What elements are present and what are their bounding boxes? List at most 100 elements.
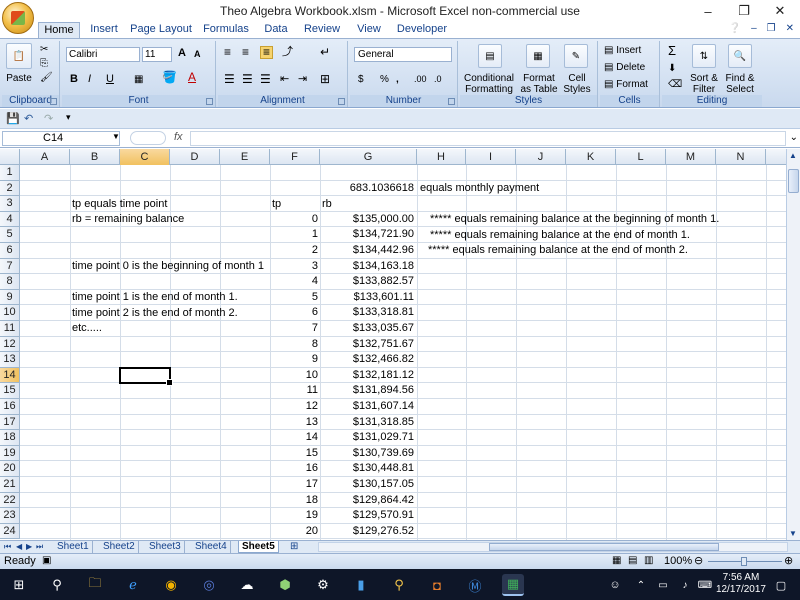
cell-f22[interactable]: 18 [270,493,318,508]
cell-f13[interactable]: 9 [270,352,318,367]
column-header-g[interactable]: G [320,149,417,165]
first-sheet-icon[interactable]: ⏮ [4,541,11,553]
select-all-corner[interactable] [0,149,20,165]
app-icon-1[interactable]: ◎ [198,574,220,596]
tab-developer[interactable]: Developer [392,22,452,38]
app-icon-6[interactable]: ⚲ [388,574,410,596]
paste-button[interactable]: Paste [4,73,34,84]
cell-h5[interactable]: ***** equals remaining balance at the en… [430,228,690,243]
sort-filter-button[interactable]: Sort & Filter [686,73,722,95]
delete-cells-button[interactable]: ▤ Delete [604,62,645,73]
row-header-3[interactable]: 3 [0,196,20,212]
insert-cells-button[interactable]: ▤ Insert [604,45,641,56]
row-header-11[interactable]: 11 [0,321,20,337]
cell-f23[interactable]: 19 [270,508,318,523]
cell-f15[interactable]: 11 [270,383,318,398]
tab-review[interactable]: Review [298,22,346,38]
row-header-17[interactable]: 17 [0,414,20,431]
name-box-dropdown-icon[interactable]: ▼ [112,132,120,141]
sheet-tab-2[interactable]: Sheet2 [100,541,139,553]
cell-g8[interactable]: $133,882.57 [320,274,414,289]
shrink-font-button[interactable]: A [194,49,201,60]
row-header-2[interactable]: 2 [0,180,20,197]
fill-icon[interactable]: ⬇ [668,63,676,74]
cell-f6[interactable]: 2 [270,243,318,258]
keyboard-icon[interactable]: ⌨ [694,574,716,596]
cell-f18[interactable]: 14 [270,430,318,445]
decrease-decimal-button[interactable]: .0 [434,74,442,85]
cell-f14[interactable]: 10 [270,368,318,383]
row-header-8[interactable]: 8 [0,274,20,290]
file-explorer-icon[interactable]: 🗀 [84,574,106,596]
cell-g20[interactable]: $130,448.81 [320,461,414,476]
increase-decimal-button[interactable]: .00 [414,74,427,85]
cell-f21[interactable]: 17 [270,477,318,492]
app-icon-3[interactable]: ⬢ [274,574,296,596]
align-bottom-icon[interactable]: ≡ [260,46,274,59]
app-icon-7[interactable]: ◘ [426,574,448,596]
cell-f8[interactable]: 4 [270,274,318,289]
ribbon-restore-icon[interactable]: ❐ [767,23,776,34]
people-icon[interactable]: ☺ [604,574,626,596]
windows-start-icon[interactable]: ⊞ [8,574,30,596]
format-as-table-icon[interactable]: ▦ [526,44,550,68]
cell-f5[interactable]: 1 [270,227,318,242]
notifications-icon[interactable]: ▢ [770,574,792,596]
format-painter-icon[interactable]: 🖌 [40,72,53,83]
formula-input[interactable] [190,131,786,146]
active-cell-c14[interactable] [119,367,173,386]
tab-view[interactable]: View [350,22,388,38]
restore-button[interactable]: ❐ [726,0,762,22]
currency-button[interactable]: $ [358,74,364,85]
normal-view-icon[interactable]: ▦ [612,555,621,566]
office-button[interactable] [2,2,34,34]
column-header-a[interactable]: A [20,149,70,165]
column-header-m[interactable]: M [666,149,716,165]
percent-button[interactable]: % [380,74,389,85]
undo-icon[interactable]: ↶ [24,112,33,125]
underline-button[interactable]: U [106,74,114,85]
formula-bar-handle[interactable] [130,131,166,145]
cell-h6[interactable]: ***** equals remaining balance at the en… [428,243,688,258]
cell-h2[interactable]: equals monthly payment [420,181,539,196]
cell-g2[interactable]: 683.1036618 [320,181,414,196]
last-sheet-icon[interactable]: ⏭ [36,541,43,553]
font-color-icon[interactable]: A [188,71,196,83]
column-header-l[interactable]: L [616,149,666,165]
ribbon-minimize-icon[interactable]: – [751,23,757,34]
prev-sheet-icon[interactable]: ◀ [16,541,22,553]
column-header-h[interactable]: H [417,149,466,165]
vertical-scroll-thumb[interactable] [788,169,799,193]
cell-f10[interactable]: 6 [270,305,318,320]
cell-b7[interactable]: time point 0 is the beginning of month 1 [72,259,264,274]
autosum-button[interactable]: Σ [668,44,676,57]
app-icon-4[interactable]: ⚙ [312,574,334,596]
ribbon-close-icon[interactable]: ✕ [786,23,794,34]
font-launcher-icon[interactable] [206,98,213,105]
italic-button[interactable]: I [88,74,91,85]
cell-f7[interactable]: 3 [270,259,318,274]
cell-f16[interactable]: 12 [270,399,318,414]
scroll-down-icon[interactable]: ▼ [789,529,797,538]
row-header-7[interactable]: 7 [0,258,20,275]
conditional-formatting-button[interactable]: Conditional Formatting [460,73,518,95]
copy-icon[interactable]: ⎘ [40,58,48,69]
taskbar-clock[interactable]: 7:56 AM 12/17/2017 [716,572,766,596]
row-header-19[interactable]: 19 [0,445,20,462]
align-middle-icon[interactable]: ≡ [242,46,249,58]
excel-taskbar-icon[interactable]: ▦ [502,574,524,596]
cell-f11[interactable]: 7 [270,321,318,336]
cell-b9[interactable]: time point 1 is the end of month 1. [72,290,238,305]
increase-indent-icon[interactable]: ⇥ [298,74,307,85]
cell-g6[interactable]: $134,442.96 [320,243,414,258]
page-break-view-icon[interactable]: ▥ [644,555,653,566]
column-header-b[interactable]: B [70,149,120,165]
row-header-22[interactable]: 22 [0,492,20,509]
cell-e3[interactable]: tp [272,197,281,212]
comma-button[interactable]: , [396,74,399,85]
page-layout-view-icon[interactable]: ▤ [628,555,637,566]
row-header-5[interactable]: 5 [0,227,20,243]
network-icon[interactable]: ▭ [652,574,674,596]
tab-home[interactable]: Home [38,22,80,38]
column-header-f[interactable]: F [270,149,320,165]
